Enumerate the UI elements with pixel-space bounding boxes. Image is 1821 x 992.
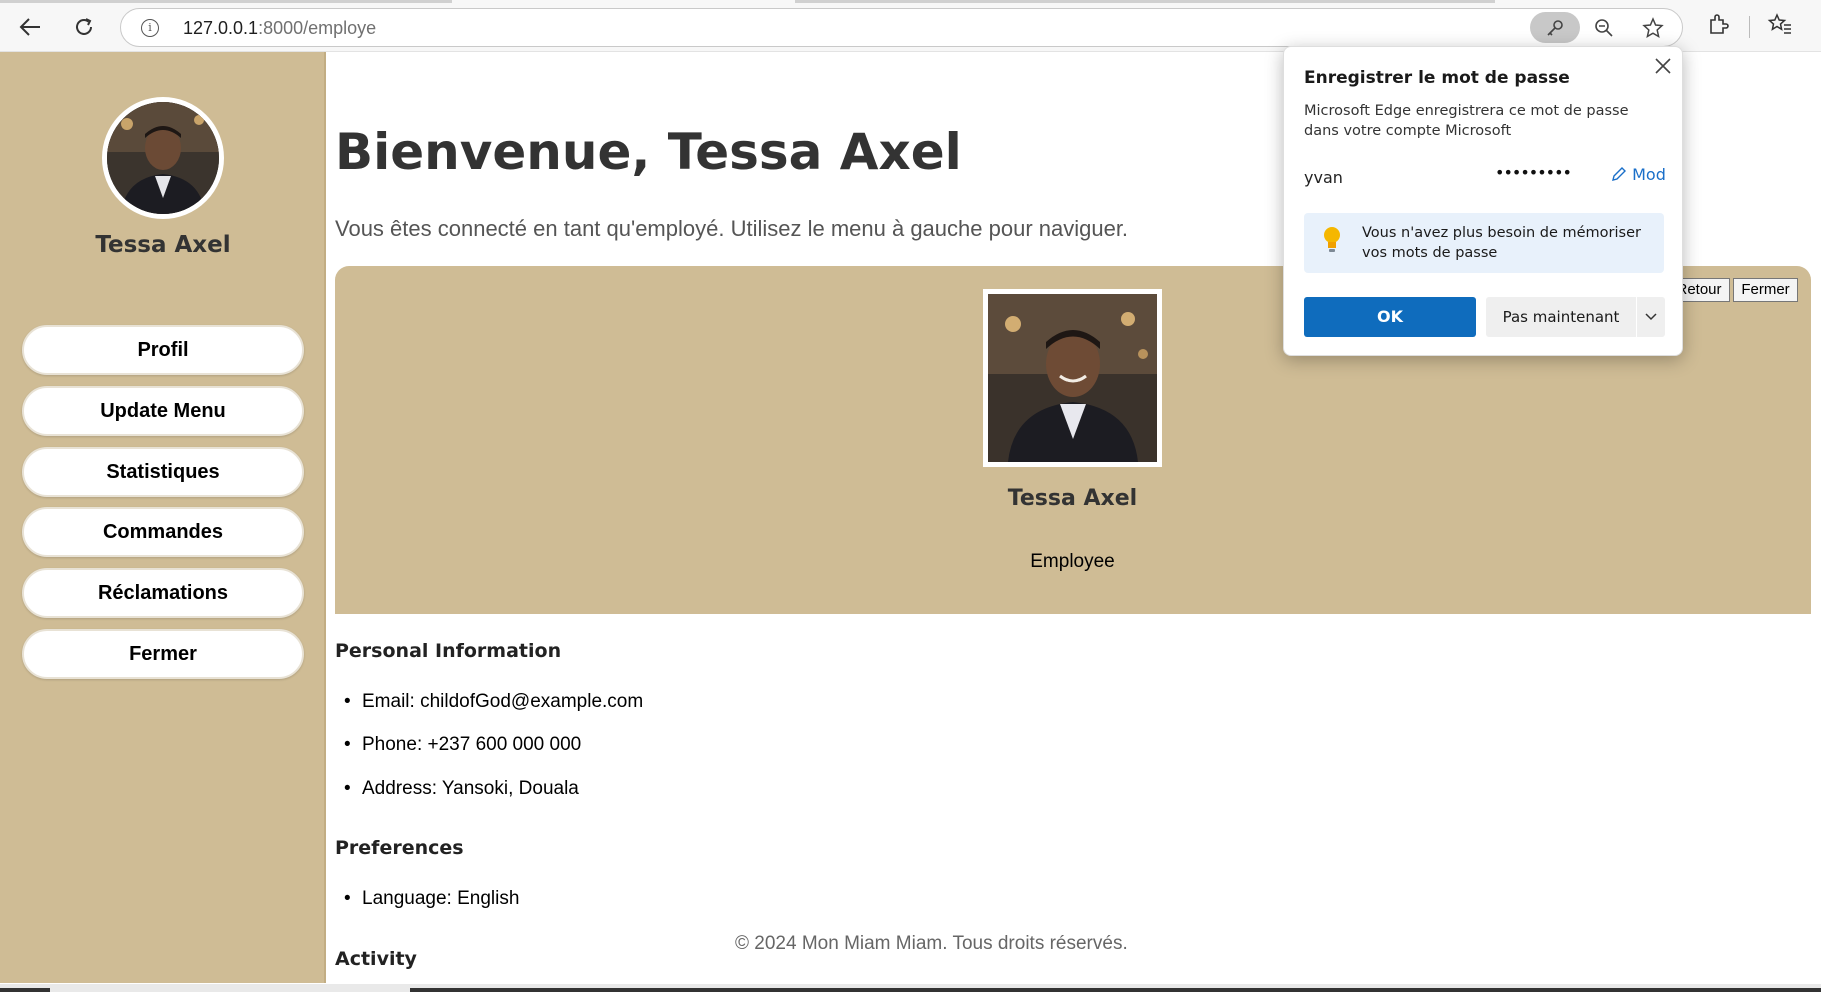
taskbar-segment	[0, 988, 50, 992]
extensions-icon[interactable]	[1705, 12, 1735, 42]
save-password-dialog: Enregistrer le mot de passe Microsoft Ed…	[1283, 46, 1683, 356]
saved-password-mask: •••••••••	[1495, 163, 1572, 182]
back-icon[interactable]	[12, 10, 48, 44]
info-address: Address: Yansoki, Douala	[344, 778, 579, 800]
chevron-down-icon[interactable]	[1637, 297, 1665, 337]
sidebar-item-statistiques[interactable]: Statistiques	[22, 447, 304, 497]
avatar	[102, 97, 224, 219]
tab-strip-edge	[0, 0, 452, 3]
close-icon[interactable]	[1652, 55, 1674, 77]
info-email: Email: childofGod@example.com	[344, 691, 643, 713]
info-phone: Phone: +237 600 000 000	[344, 734, 581, 756]
toolbar-divider	[1749, 16, 1750, 38]
page-subtitle: Vous êtes connecté en tant qu'employé. U…	[335, 216, 1129, 241]
section-preferences: Preferences	[335, 837, 464, 859]
url-text[interactable]: 127.0.0.1:8000/employe	[183, 18, 376, 39]
profile-photo	[983, 289, 1162, 467]
footer-copyright: © 2024 Mon Miam Miam. Tous droits réserv…	[735, 933, 1128, 954]
not-now-button[interactable]: Pas maintenant	[1486, 297, 1636, 337]
browser-toolbar: i 127.0.0.1:8000/employe	[0, 0, 1821, 52]
sidebar: Tessa Axel Profil Update Menu Statistiqu…	[0, 52, 326, 983]
zoom-out-icon[interactable]	[1589, 14, 1619, 42]
sidebar-item-commandes[interactable]: Commandes	[22, 507, 304, 557]
favorite-star-icon[interactable]	[1638, 14, 1668, 42]
lightbulb-icon	[1324, 227, 1340, 252]
page-title: Bienvenue, Tessa Axel	[335, 123, 962, 181]
edit-label: Mod	[1632, 165, 1666, 184]
sidebar-item-profil[interactable]: Profil	[22, 325, 304, 375]
dialog-title: Enregistrer le mot de passe	[1304, 68, 1570, 88]
address-bar[interactable]: i 127.0.0.1:8000/employe	[120, 8, 1683, 47]
profile-name: Tessa Axel	[1007, 486, 1138, 511]
info-banner-text: Vous n'avez plus besoin de mémoriser vos…	[1362, 225, 1641, 261]
refresh-icon[interactable]	[66, 10, 102, 44]
edit-password-button[interactable]: Mod	[1611, 165, 1666, 184]
tab-strip-edge	[795, 0, 1495, 3]
pref-language: Language: English	[344, 888, 519, 910]
ok-button[interactable]: OK	[1304, 297, 1476, 337]
section-activity: Activity	[335, 948, 417, 970]
taskbar-segment	[410, 988, 1821, 992]
site-info-icon[interactable]: i	[141, 19, 159, 37]
sidebar-item-reclamations[interactable]: Réclamations	[22, 568, 304, 618]
info-banner: Vous n'avez plus besoin de mémoriser vos…	[1304, 213, 1664, 273]
saved-username: yvan	[1304, 168, 1343, 187]
favorites-icon[interactable]	[1767, 12, 1797, 42]
sidebar-item-fermer[interactable]: Fermer	[22, 629, 304, 679]
profile-role: Employee	[1030, 551, 1115, 572]
sidebar-item-update-menu[interactable]: Update Menu	[22, 386, 304, 436]
password-key-icon[interactable]	[1530, 12, 1580, 43]
taskbar-edge	[0, 984, 1821, 992]
dialog-description: Microsoft Edge enregistrera ce mot de pa…	[1304, 103, 1629, 139]
section-personal-information: Personal Information	[335, 640, 562, 662]
fermer-button[interactable]: Fermer	[1733, 278, 1798, 302]
sidebar-user-name: Tessa Axel	[95, 232, 231, 258]
